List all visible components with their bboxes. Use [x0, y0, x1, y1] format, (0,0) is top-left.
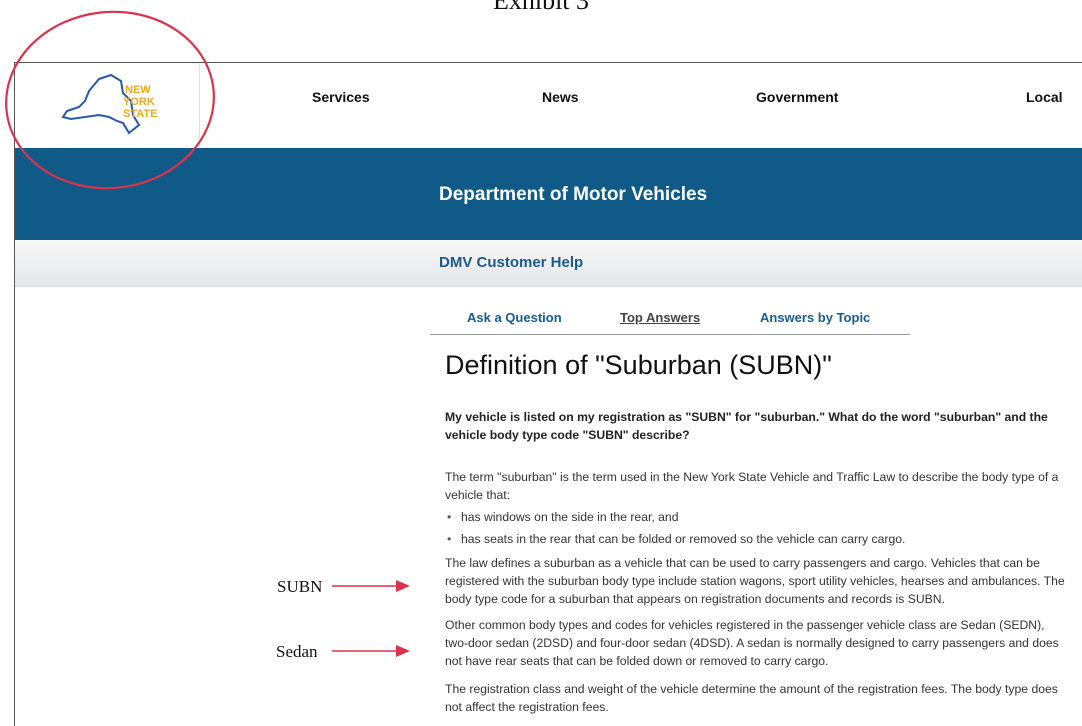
nav-local[interactable]: Local	[1026, 89, 1063, 105]
help-bar: DMV Customer Help	[15, 240, 1082, 287]
tab-answers-by-topic[interactable]: Answers by Topic	[760, 310, 870, 325]
intro-paragraph: The term "suburban" is the term used in …	[445, 470, 1059, 502]
annotation-subn: SUBN	[277, 577, 323, 596]
answer-content: My vehicle is listed on my registration …	[445, 408, 1065, 716]
help-tabs: Ask a Question Top Answers Answers by To…	[430, 308, 910, 335]
question-text: My vehicle is listed on my registration …	[445, 410, 1048, 442]
annotation-arrow-subn-icon	[332, 580, 410, 592]
nys-map-icon: NEW YORK STATE	[61, 73, 157, 135]
nav-services[interactable]: Services	[312, 89, 370, 105]
sedan-paragraph: Other common body types and codes for ve…	[445, 618, 1059, 668]
department-title: Department of Motor Vehicles	[439, 184, 708, 205]
list-item: has seats in the rear that can be folded…	[447, 530, 1065, 548]
help-title[interactable]: DMV Customer Help	[439, 254, 583, 271]
tab-top-answers[interactable]: Top Answers	[620, 310, 700, 325]
logo-text-state: STATE	[123, 108, 157, 120]
subn-paragraph: The law defines a suburban as a vehicle …	[445, 556, 1065, 606]
list-item: has windows on the side in the rear, and	[447, 508, 1065, 526]
fees-paragraph: The registration class and weight of the…	[445, 682, 1058, 714]
page-title: Definition of "Suburban (SUBN)"	[445, 350, 832, 380]
annotation-sedan: Sedan	[276, 642, 318, 661]
definition-list: has windows on the side in the rear, and…	[445, 508, 1065, 548]
exhibit-label: Exhibit 3	[492, 0, 590, 15]
logo-text-york: YORK	[123, 96, 155, 108]
logo-text-new: NEW	[125, 84, 151, 96]
nav-government[interactable]: Government	[756, 89, 838, 105]
department-banner: Department of Motor Vehicles	[15, 148, 1082, 240]
nav-news[interactable]: News	[542, 89, 579, 105]
top-navigation: NEW YORK STATE Services News Government …	[15, 63, 1082, 149]
nys-logo[interactable]: NEW YORK STATE	[29, 63, 200, 149]
annotation-arrow-sedan-icon	[332, 645, 410, 657]
tab-ask-a-question[interactable]: Ask a Question	[467, 310, 562, 325]
